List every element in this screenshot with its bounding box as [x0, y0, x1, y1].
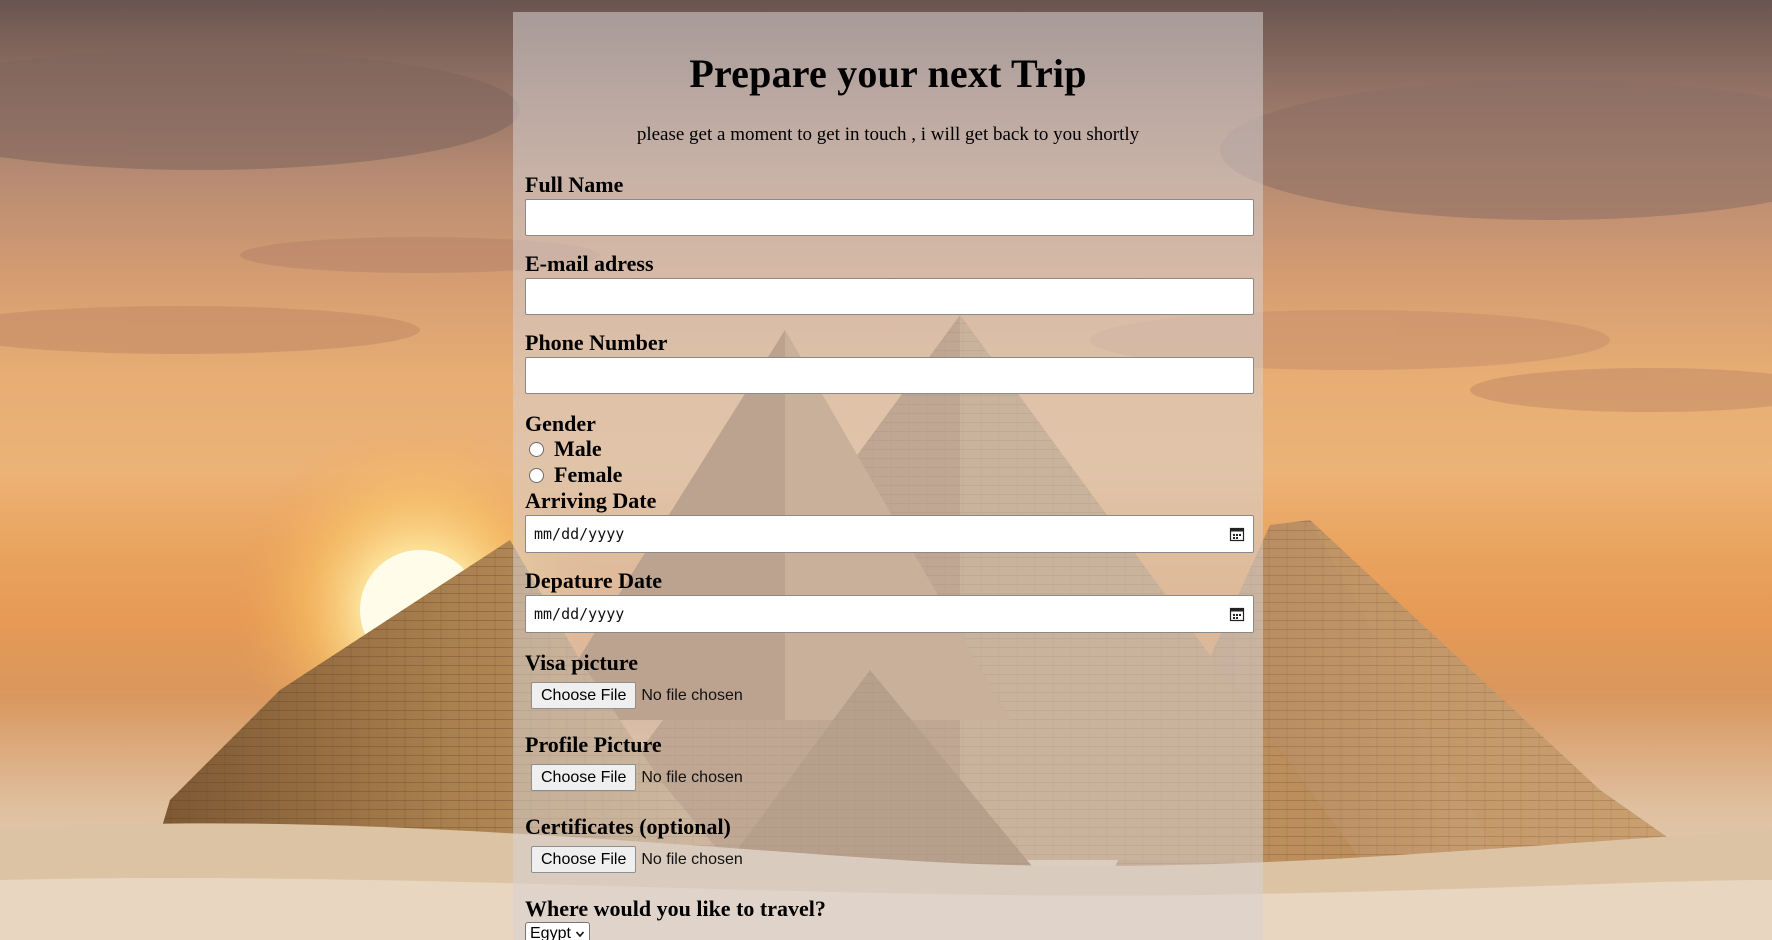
visa-choose-file-button[interactable]: Choose File — [531, 682, 637, 709]
calendar-icon[interactable] — [1229, 606, 1245, 622]
female-radio[interactable] — [529, 467, 544, 483]
male-radio-label: Male — [554, 436, 602, 461]
certificates-file-status: No file chosen — [641, 850, 743, 868]
departure-date-label: Depature Date — [525, 568, 663, 593]
page-subtitle: please get a moment to get in touch , i … — [636, 124, 1140, 145]
trip-form-panel: Prepare your next Trip please get a mome… — [513, 12, 1263, 940]
profile-picture-label: Profile Picture — [525, 732, 662, 757]
destination-label: Where would you like to travel? — [525, 896, 826, 921]
male-radio[interactable] — [529, 441, 544, 457]
arriving-date-input[interactable]: mm/dd/yyyy — [525, 515, 1254, 553]
gender-option-female[interactable]: Female — [529, 462, 622, 488]
certificates-file-input[interactable]: Choose File No file chosen — [531, 846, 743, 873]
full-name-input[interactable] — [525, 199, 1254, 236]
destination-select[interactable]: Egypt — [525, 922, 590, 940]
page-title: Prepare your next Trip — [689, 51, 1087, 96]
departure-date-value: mm/dd/yyyy — [534, 605, 625, 623]
visa-file-status: No file chosen — [641, 686, 743, 704]
destination-selected-value: Egypt — [530, 925, 571, 940]
email-label: E-mail adress — [525, 251, 654, 276]
profile-file-status: No file chosen — [641, 768, 743, 786]
female-radio-label: Female — [554, 462, 623, 487]
arriving-date-value: mm/dd/yyyy — [534, 525, 625, 543]
phone-label: Phone Number — [525, 330, 668, 355]
departure-date-input[interactable]: mm/dd/yyyy — [525, 595, 1254, 633]
certificates-label: Certificates (optional) — [525, 814, 731, 839]
gender-option-male[interactable]: Male — [529, 436, 602, 462]
profile-choose-file-button[interactable]: Choose File — [531, 764, 637, 791]
arriving-date-label: Arriving Date — [525, 488, 657, 513]
chevron-down-icon — [575, 931, 585, 938]
visa-picture-file-input[interactable]: Choose File No file chosen — [531, 682, 743, 709]
certificates-choose-file-button[interactable]: Choose File — [531, 846, 637, 873]
profile-picture-file-input[interactable]: Choose File No file chosen — [531, 764, 743, 791]
calendar-icon[interactable] — [1229, 526, 1245, 542]
gender-label: Gender — [525, 411, 596, 436]
email-input[interactable] — [525, 278, 1254, 315]
full-name-label: Full Name — [525, 172, 624, 197]
visa-picture-label: Visa picture — [525, 650, 639, 675]
phone-input[interactable] — [525, 357, 1254, 394]
